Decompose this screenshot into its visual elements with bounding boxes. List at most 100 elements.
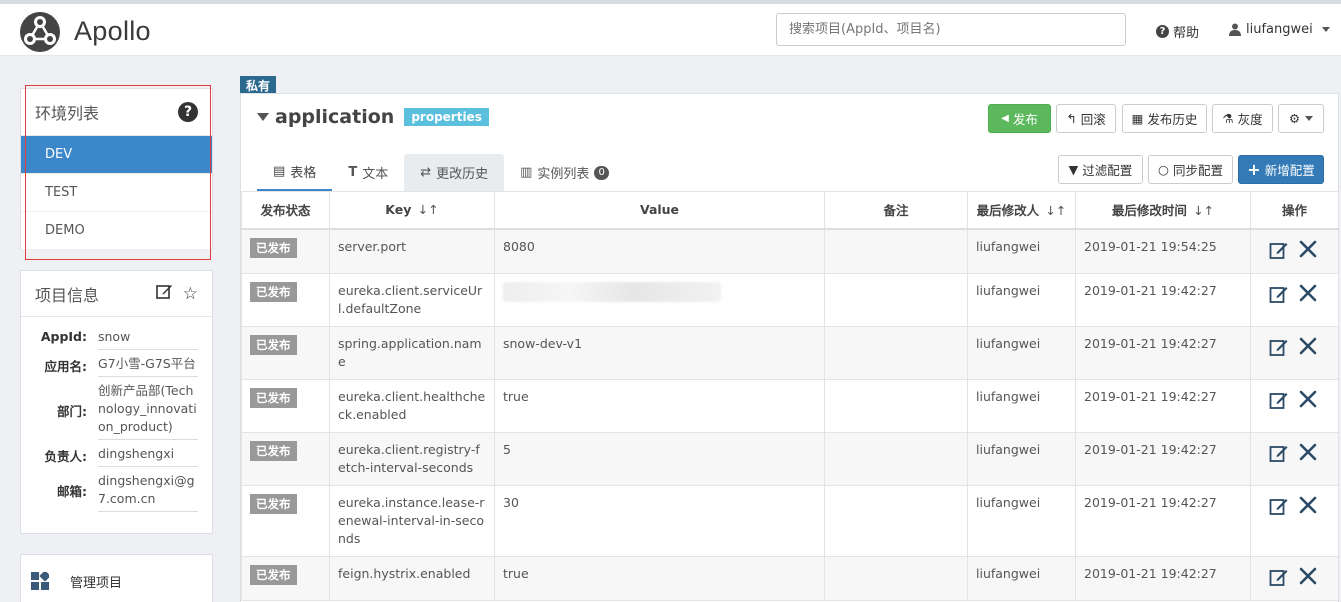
cell-key: eureka.instance.lease-renewal-interval-i… xyxy=(329,484,495,557)
env-item-demo[interactable]: DEMO xyxy=(21,212,212,250)
cell-key: server.port xyxy=(329,228,495,274)
user-menu[interactable]: liufangwei xyxy=(1229,22,1330,37)
info-value: snow xyxy=(98,323,198,350)
cell-status: 已发布 xyxy=(241,325,330,380)
cell-status: 已发布 xyxy=(241,272,330,327)
col-header-comment: 备注 xyxy=(824,191,968,230)
search-input[interactable] xyxy=(776,13,1126,46)
project-info-panel: 项目信息 ☆ AppId: snow 应用名: G7小雪-G7S平台 部门: 创… xyxy=(20,270,213,534)
namespace-name: application xyxy=(275,106,395,128)
settings-dropdown-button[interactable]: ⚙ xyxy=(1278,104,1324,133)
sort-icon: ↓↑ xyxy=(417,202,439,218)
delete-icon[interactable] xyxy=(1299,284,1317,309)
calendar-icon: ▦ xyxy=(1131,111,1144,126)
cell-time: 2019-01-21 19:42:27 xyxy=(1075,555,1251,601)
delete-icon[interactable] xyxy=(1299,567,1317,592)
info-value: G7小雪-G7S平台 xyxy=(98,350,198,377)
cell-value: 5 xyxy=(494,431,825,486)
tab-instances[interactable]: ▥ 实例列表 0 xyxy=(504,154,625,191)
edit-icon[interactable] xyxy=(1269,240,1289,265)
add-config-button[interactable]: + 新增配置 xyxy=(1238,155,1324,184)
manage-project-panel[interactable]: 管理项目 xyxy=(20,554,213,602)
cell-modifier: liufangwei xyxy=(967,272,1076,327)
star-icon[interactable]: ☆ xyxy=(183,284,198,304)
col-header-key[interactable]: Key ↓↑ xyxy=(329,191,495,230)
env-item-dev[interactable]: DEV xyxy=(21,136,212,174)
table-row: 已发布 spring.application.name snow-dev-v1 liu… xyxy=(241,325,1339,380)
user-name: liufangwei xyxy=(1246,22,1313,37)
tab-table[interactable]: ▤ 表格 xyxy=(257,154,333,191)
send-icon: ◀ xyxy=(1001,113,1009,124)
rollback-button[interactable]: ↰ 回滚 xyxy=(1056,104,1116,133)
sort-icon: ↓↑ xyxy=(1045,203,1067,219)
col-header-time[interactable]: 最后修改时间 ↓↑ xyxy=(1075,191,1251,230)
delete-icon[interactable] xyxy=(1299,443,1317,468)
tab-change-history[interactable]: ⇄ 更改历史 xyxy=(404,154,505,191)
env-list-panel: 环境列表 ? DEV TEST DEMO xyxy=(20,88,213,250)
col-header-modifier[interactable]: 最后修改人 ↓↑ xyxy=(967,191,1076,230)
env-item-test[interactable]: TEST xyxy=(21,174,212,212)
question-icon[interactable]: ? xyxy=(178,102,198,122)
edit-icon[interactable] xyxy=(1269,496,1289,521)
cell-comment xyxy=(824,228,968,274)
status-badge: 已发布 xyxy=(250,387,297,408)
edit-icon[interactable] xyxy=(1269,567,1289,592)
namespace-title[interactable]: application properties xyxy=(257,106,489,128)
cell-key: eureka.client.healthcheck.enabled xyxy=(329,378,495,433)
apollo-logo[interactable]: Apollo xyxy=(18,8,151,54)
info-label: 部门: xyxy=(57,404,87,419)
info-row-owner: 负责人: dingshengxi xyxy=(21,440,212,467)
sort-icon: ↓↑ xyxy=(1193,203,1215,219)
delete-icon[interactable] xyxy=(1299,496,1317,521)
cell-comment xyxy=(824,484,968,557)
delete-icon[interactable] xyxy=(1299,337,1317,362)
edit-icon[interactable] xyxy=(1269,284,1289,309)
apollo-logo-icon xyxy=(20,12,60,52)
table-row: 已发布 eureka.client.registry-fetch-interval… xyxy=(241,431,1339,486)
tab-text-label: 文本 xyxy=(362,167,389,182)
publish-button[interactable]: ◀ 发布 xyxy=(988,104,1051,133)
status-badge: 已发布 xyxy=(250,334,297,355)
cell-modifier: liufangwei xyxy=(967,228,1076,274)
info-value: 创新产品部(Technology_innovation_product) xyxy=(98,377,198,440)
edit-icon[interactable] xyxy=(1269,337,1289,362)
info-value: dingshengxi xyxy=(98,440,198,467)
cell-comment xyxy=(824,325,968,380)
blurred-value xyxy=(503,281,721,302)
delete-icon[interactable] xyxy=(1299,240,1317,265)
cell-modifier: liufangwei xyxy=(967,378,1076,433)
cell-value: true xyxy=(494,555,825,601)
sync-config-button[interactable]: ○ 同步配置 xyxy=(1148,155,1233,184)
plus-icon: + xyxy=(1247,160,1261,179)
help-link[interactable]: ? 帮助 xyxy=(1156,22,1199,41)
cell-ops xyxy=(1250,325,1339,380)
status-badge: 已发布 xyxy=(250,237,297,258)
undo-icon: ↰ xyxy=(1066,111,1077,126)
edit-icon[interactable] xyxy=(1269,390,1289,415)
cell-modifier: liufangwei xyxy=(967,484,1076,557)
project-info-header: 项目信息 ☆ xyxy=(21,271,212,317)
tab-text[interactable]: T 文本 xyxy=(332,154,404,191)
table-row: 已发布 eureka.client.healthcheck.enabled true… xyxy=(241,378,1339,433)
release-history-button[interactable]: ▦ 发布历史 xyxy=(1122,104,1207,133)
cell-value: snow-dev-v1 xyxy=(494,325,825,380)
publish-label: 发布 xyxy=(1012,112,1038,127)
gear-icon: ⚙ xyxy=(1288,111,1301,126)
gray-release-button[interactable]: ⚗ 灰度 xyxy=(1212,104,1273,133)
rollback-label: 回滚 xyxy=(1080,112,1106,127)
col-header-key-label: Key xyxy=(385,202,412,218)
col-header-modifier-label: 最后修改人 xyxy=(976,203,1040,219)
chevron-down-icon xyxy=(1305,116,1314,121)
delete-icon[interactable] xyxy=(1299,390,1317,415)
cell-ops xyxy=(1250,484,1339,557)
edit-icon[interactable] xyxy=(1269,443,1289,468)
status-badge: 已发布 xyxy=(250,564,297,585)
edit-icon[interactable] xyxy=(155,283,173,305)
cell-time: 2019-01-21 19:42:27 xyxy=(1075,484,1251,557)
status-badge: 已发布 xyxy=(250,440,297,461)
gray-label: 灰度 xyxy=(1237,112,1263,127)
filter-config-button[interactable]: ▼ 过滤配置 xyxy=(1058,155,1143,184)
info-value: dingshengxi@g7.com.cn xyxy=(98,467,198,512)
table-row: 已发布 feign.hystrix.enabled true liufangwei 20… xyxy=(241,555,1339,601)
cell-comment xyxy=(824,272,968,327)
